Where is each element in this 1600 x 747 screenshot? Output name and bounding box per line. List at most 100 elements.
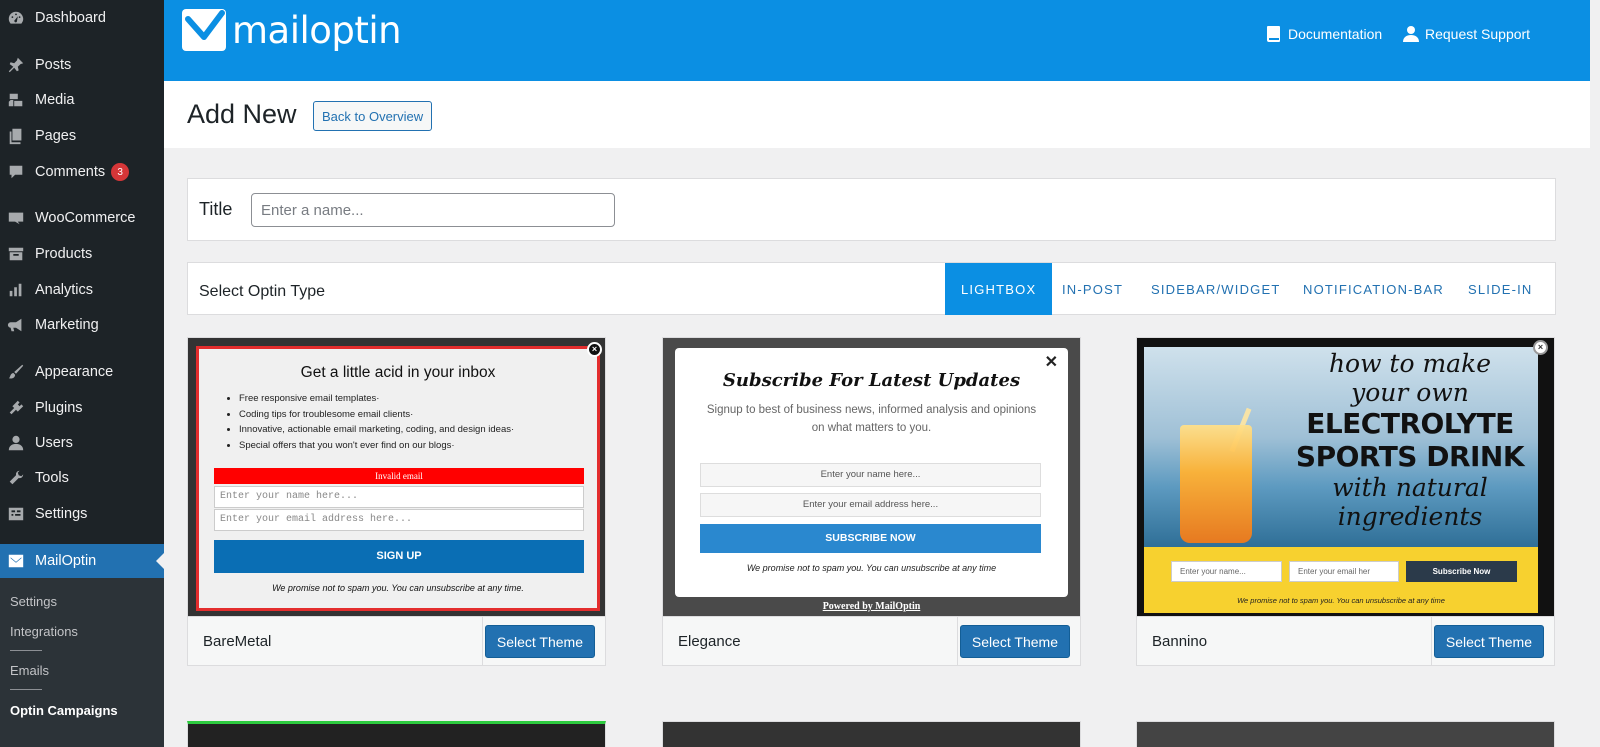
- tab-notification-bar[interactable]: NOTIFICATION-BAR: [1287, 263, 1460, 315]
- select-theme-button[interactable]: Select Theme: [1433, 625, 1544, 658]
- sidebar-item-label: WooCommerce: [35, 210, 136, 226]
- preview-headline: Get a little acid in your inbox: [300, 364, 496, 381]
- theme-card-partial[interactable]: [187, 721, 606, 747]
- mailoptin-submenu: Settings Integrations Emails Optin Campa…: [0, 578, 164, 747]
- headline-line: ingredients: [1337, 502, 1483, 531]
- sidebar-item-label: Plugins: [35, 400, 83, 416]
- submenu-divider: [10, 689, 42, 690]
- sidebar-item-dashboard[interactable]: Dashboard: [0, 1, 164, 35]
- documentation-label: Documentation: [1288, 26, 1383, 42]
- sidebar-item-label: Tools: [35, 470, 69, 486]
- admin-sidebar: Dashboard Posts Media Pages Comments 3 W…: [0, 0, 164, 747]
- submenu-optin-campaigns[interactable]: Optin Campaigns: [10, 703, 118, 718]
- request-support-link[interactable]: Request Support: [1403, 25, 1530, 43]
- preview-name-field: Enter your name here...: [700, 463, 1041, 487]
- theme-preview[interactable]: how to make your own ELECTROLYTE SPORTS …: [1137, 338, 1554, 616]
- page-scrollbar[interactable]: [1590, 0, 1600, 747]
- mail-icon: [6, 551, 26, 571]
- book-icon: [1267, 26, 1280, 42]
- preview-hero-image: how to make your own ELECTROLYTE SPORTS …: [1144, 347, 1538, 547]
- headline-line: with natural: [1332, 473, 1488, 502]
- select-theme-button[interactable]: Select Theme: [484, 625, 595, 658]
- sidebar-item-plugins[interactable]: Plugins: [0, 391, 164, 425]
- wrench-icon: [6, 468, 26, 488]
- optin-type-label: Select Optin Type: [199, 283, 325, 300]
- sidebar-item-analytics[interactable]: Analytics: [0, 273, 164, 307]
- sidebar-item-comments[interactable]: Comments 3: [0, 155, 164, 189]
- sidebar-item-label: Marketing: [35, 317, 99, 333]
- tab-in-post[interactable]: IN-POST: [1046, 263, 1139, 315]
- sidebar-item-label: Posts: [35, 57, 72, 73]
- sidebar-item-marketing[interactable]: Marketing: [0, 308, 164, 342]
- footer-divider: [482, 617, 483, 665]
- theme-preview[interactable]: Get a little acid in your inbox Free res…: [188, 338, 605, 616]
- page-title: Add New: [187, 99, 297, 129]
- sidebar-item-appearance[interactable]: Appearance: [0, 355, 164, 389]
- sidebar-item-tools[interactable]: Tools: [0, 461, 164, 495]
- user-icon: [6, 433, 26, 453]
- sidebar-item-woocommerce[interactable]: WooCommerce: [0, 201, 164, 235]
- optin-form-preview: ✕ Subscribe For Latest Updates Signup to…: [675, 348, 1068, 597]
- pages-icon: [6, 126, 26, 146]
- brush-icon: [6, 362, 26, 382]
- optin-type-panel: Select Optin Type LIGHTBOX IN-POST SIDEB…: [187, 262, 1556, 315]
- tab-sidebar-widget[interactable]: SIDEBAR/WIDGET: [1135, 263, 1296, 315]
- submenu-integrations[interactable]: Integrations: [10, 624, 78, 639]
- theme-card-bannino: how to make your own ELECTROLYTE SPORTS …: [1136, 337, 1555, 666]
- logo-wordmark: mailoptin: [232, 8, 402, 52]
- sidebar-item-products[interactable]: Products: [0, 237, 164, 271]
- submenu-emails[interactable]: Emails: [10, 663, 49, 678]
- preview-subscribe-button: SUBSCRIBE NOW: [700, 524, 1041, 553]
- submenu-divider: [10, 650, 42, 651]
- tab-slide-in[interactable]: SLIDE-IN: [1452, 263, 1549, 315]
- theme-card-baremetal: Get a little acid in your inbox Free res…: [187, 337, 606, 666]
- sidebar-item-label: Products: [35, 246, 93, 262]
- documentation-link[interactable]: Documentation: [1266, 25, 1382, 43]
- headline-line: how to make: [1328, 349, 1492, 378]
- preview-note: We promise not to spam you. You can unsu…: [272, 583, 524, 593]
- user-icon: [1403, 26, 1419, 42]
- back-to-overview-button[interactable]: Back to Overview: [313, 101, 433, 131]
- sidebar-item-label: Analytics: [35, 282, 94, 298]
- powered-by-link: Powered by MailOptin: [822, 601, 921, 612]
- title-input[interactable]: [251, 193, 615, 227]
- select-theme-button[interactable]: Select Theme: [959, 625, 1070, 658]
- preview-email-field: Enter your email her: [1289, 561, 1399, 582]
- theme-card-partial[interactable]: [1136, 721, 1555, 747]
- preview-email-field: Enter your email address here...: [700, 493, 1041, 517]
- preview-headline: Subscribe For Latest Updates: [722, 370, 1021, 391]
- sidebar-item-posts[interactable]: Posts: [0, 48, 164, 82]
- mailoptin-logo[interactable]: mailoptin: [180, 7, 402, 53]
- theme-name: Elegance: [678, 633, 741, 650]
- headline-line: ELECTROLYTE: [1306, 407, 1514, 440]
- sidebar-item-media[interactable]: Media: [0, 83, 164, 117]
- list-item: Free responsive email templates·: [239, 393, 514, 404]
- sidebar-item-label: Pages: [35, 128, 77, 144]
- sidebar-item-label: Media: [35, 92, 75, 108]
- preview-name-field: Enter your name here...: [214, 486, 584, 508]
- media-icon: [6, 90, 26, 110]
- footer-divider: [957, 617, 958, 665]
- theme-name: BareMetal: [203, 633, 272, 650]
- pin-icon: [6, 55, 26, 75]
- sidebar-item-label: Settings: [35, 506, 88, 522]
- list-item: Coding tips for troublesome email client…: [239, 409, 514, 420]
- preview-description: Signup to best of business news, informe…: [706, 404, 1037, 434]
- card-footer: BareMetal Select Theme: [188, 616, 605, 665]
- sidebar-item-mailoptin[interactable]: MailOptin: [0, 544, 164, 578]
- theme-name: Bannino: [1152, 633, 1208, 650]
- card-footer: Bannino Select Theme: [1137, 616, 1554, 665]
- sidebar-item-settings[interactable]: Settings: [0, 497, 164, 531]
- megaphone-icon: [6, 315, 26, 335]
- sidebar-item-label: Users: [35, 435, 73, 451]
- theme-preview[interactable]: ✕ Subscribe For Latest Updates Signup to…: [663, 338, 1080, 616]
- woocommerce-icon: [6, 208, 26, 228]
- tab-lightbox[interactable]: LIGHTBOX: [945, 263, 1053, 315]
- preview-error-message: Invalid email: [214, 468, 584, 484]
- sidebar-item-users[interactable]: Users: [0, 426, 164, 460]
- theme-card-partial[interactable]: [662, 721, 1081, 747]
- sidebar-item-pages[interactable]: Pages: [0, 119, 164, 153]
- close-icon: ×: [587, 342, 602, 357]
- submenu-settings[interactable]: Settings: [10, 594, 57, 609]
- list-item: Special offers that you won't ever find …: [239, 440, 514, 451]
